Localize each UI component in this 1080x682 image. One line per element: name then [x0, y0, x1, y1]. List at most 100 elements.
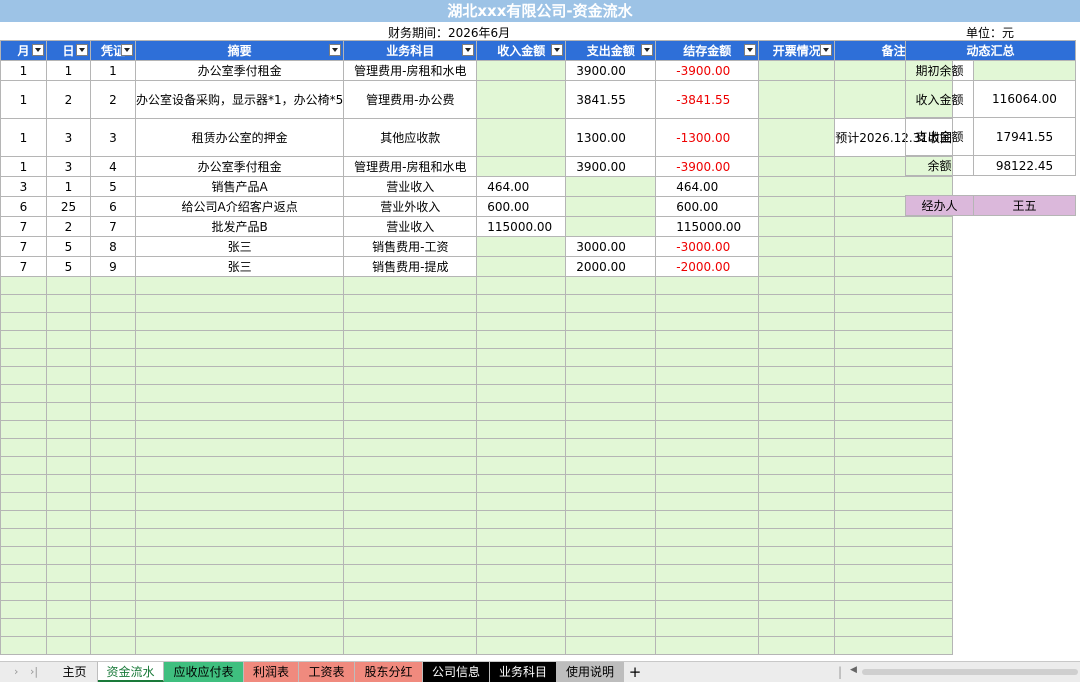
empty-cell[interactable]	[90, 582, 136, 601]
empty-cell[interactable]	[90, 330, 136, 349]
sheet-tab[interactable]: 利润表	[244, 662, 299, 682]
cell-summary[interactable]: 给公司A介绍客户返点	[134, 196, 345, 217]
empty-cell[interactable]	[0, 456, 47, 475]
empty-cell[interactable]	[758, 276, 836, 295]
sheet-tab[interactable]: 主页	[52, 662, 98, 682]
empty-cell[interactable]	[655, 348, 760, 367]
empty-cell[interactable]	[134, 600, 345, 619]
cell-summary[interactable]: 办公室设备采购，显示器*1，办公椅*5	[134, 80, 345, 119]
cell-voucher[interactable]: 7	[90, 216, 136, 237]
cell-invoice[interactable]	[758, 256, 836, 277]
empty-cell[interactable]	[758, 438, 836, 457]
cell-month[interactable]: 7	[0, 236, 47, 257]
cell-summary[interactable]: 批发产品B	[134, 216, 345, 237]
empty-cell[interactable]	[655, 474, 760, 493]
empty-cell[interactable]	[90, 600, 136, 619]
empty-cell[interactable]	[565, 618, 657, 637]
empty-cell[interactable]	[758, 474, 836, 493]
empty-cell[interactable]	[834, 438, 953, 457]
empty-cell[interactable]	[0, 402, 47, 421]
empty-cell[interactable]	[655, 600, 760, 619]
cell-summary[interactable]: 办公室季付租金	[134, 60, 345, 81]
cell-balance[interactable]: -2000.00	[655, 256, 760, 277]
cell-summary[interactable]: 办公室季付租金	[134, 156, 345, 177]
cell-day[interactable]: 25	[46, 196, 91, 217]
empty-cell[interactable]	[476, 366, 567, 385]
empty-cell[interactable]	[0, 438, 47, 457]
empty-cell[interactable]	[343, 456, 478, 475]
empty-cell[interactable]	[476, 312, 567, 331]
empty-cell[interactable]	[655, 276, 760, 295]
empty-cell[interactable]	[0, 618, 47, 637]
empty-cell[interactable]	[343, 348, 478, 367]
cell-summary[interactable]: 销售产品A	[134, 176, 345, 197]
empty-cell[interactable]	[655, 564, 760, 583]
empty-cell[interactable]	[46, 564, 91, 583]
cell-month[interactable]: 6	[0, 196, 47, 217]
cell-invoice[interactable]	[758, 216, 836, 237]
cell-income[interactable]	[476, 118, 567, 157]
empty-cell[interactable]	[46, 384, 91, 403]
cell-invoice[interactable]	[758, 236, 836, 257]
empty-cell[interactable]	[134, 366, 345, 385]
empty-cell[interactable]	[476, 294, 567, 313]
empty-cell[interactable]	[0, 276, 47, 295]
cell-income[interactable]	[476, 256, 567, 277]
handler-value[interactable]: 王五	[973, 195, 1076, 216]
empty-cell[interactable]	[758, 294, 836, 313]
cell-month[interactable]: 1	[0, 118, 47, 157]
empty-cell[interactable]	[758, 618, 836, 637]
empty-cell[interactable]	[0, 546, 47, 565]
empty-cell[interactable]	[343, 366, 478, 385]
empty-cell[interactable]	[343, 276, 478, 295]
cell-voucher[interactable]: 6	[90, 196, 136, 217]
filter-dropdown-icon[interactable]	[820, 44, 833, 56]
empty-cell[interactable]	[565, 528, 657, 547]
empty-cell[interactable]	[46, 636, 91, 655]
empty-cell[interactable]	[90, 510, 136, 529]
empty-cell[interactable]	[343, 564, 478, 583]
empty-cell[interactable]	[565, 474, 657, 493]
empty-cell[interactable]	[134, 618, 345, 637]
filter-dropdown-icon[interactable]	[329, 44, 342, 56]
summary-value-opening[interactable]	[973, 60, 1076, 81]
empty-cell[interactable]	[476, 474, 567, 493]
empty-cell[interactable]	[758, 600, 836, 619]
empty-cell[interactable]	[0, 330, 47, 349]
empty-cell[interactable]	[565, 456, 657, 475]
empty-cell[interactable]	[834, 474, 953, 493]
cell-summary[interactable]: 张三	[134, 256, 345, 277]
empty-cell[interactable]	[565, 402, 657, 421]
cell-day[interactable]: 3	[46, 156, 91, 177]
cell-expense[interactable]	[565, 196, 657, 217]
empty-cell[interactable]	[758, 636, 836, 655]
empty-cell[interactable]	[758, 420, 836, 439]
empty-cell[interactable]	[565, 312, 657, 331]
empty-cell[interactable]	[758, 330, 836, 349]
empty-cell[interactable]	[46, 474, 91, 493]
empty-cell[interactable]	[46, 276, 91, 295]
empty-cell[interactable]	[343, 420, 478, 439]
empty-cell[interactable]	[46, 456, 91, 475]
empty-cell[interactable]	[343, 510, 478, 529]
cell-invoice[interactable]	[758, 196, 836, 217]
cell-account[interactable]: 营业收入	[343, 216, 478, 237]
empty-cell[interactable]	[343, 402, 478, 421]
empty-cell[interactable]	[134, 384, 345, 403]
empty-cell[interactable]	[46, 294, 91, 313]
empty-cell[interactable]	[90, 294, 136, 313]
cell-account[interactable]: 营业收入	[343, 176, 478, 197]
empty-cell[interactable]	[134, 582, 345, 601]
empty-cell[interactable]	[343, 312, 478, 331]
filter-dropdown-icon[interactable]	[76, 44, 88, 56]
cell-voucher[interactable]: 5	[90, 176, 136, 197]
empty-cell[interactable]	[834, 546, 953, 565]
empty-cell[interactable]	[834, 330, 953, 349]
cell-balance[interactable]: -3900.00	[655, 156, 760, 177]
empty-cell[interactable]	[834, 492, 953, 511]
empty-cell[interactable]	[343, 492, 478, 511]
empty-cell[interactable]	[90, 384, 136, 403]
cell-day[interactable]: 1	[46, 176, 91, 197]
cell-expense[interactable]: 3000.00	[565, 236, 657, 257]
empty-cell[interactable]	[90, 474, 136, 493]
